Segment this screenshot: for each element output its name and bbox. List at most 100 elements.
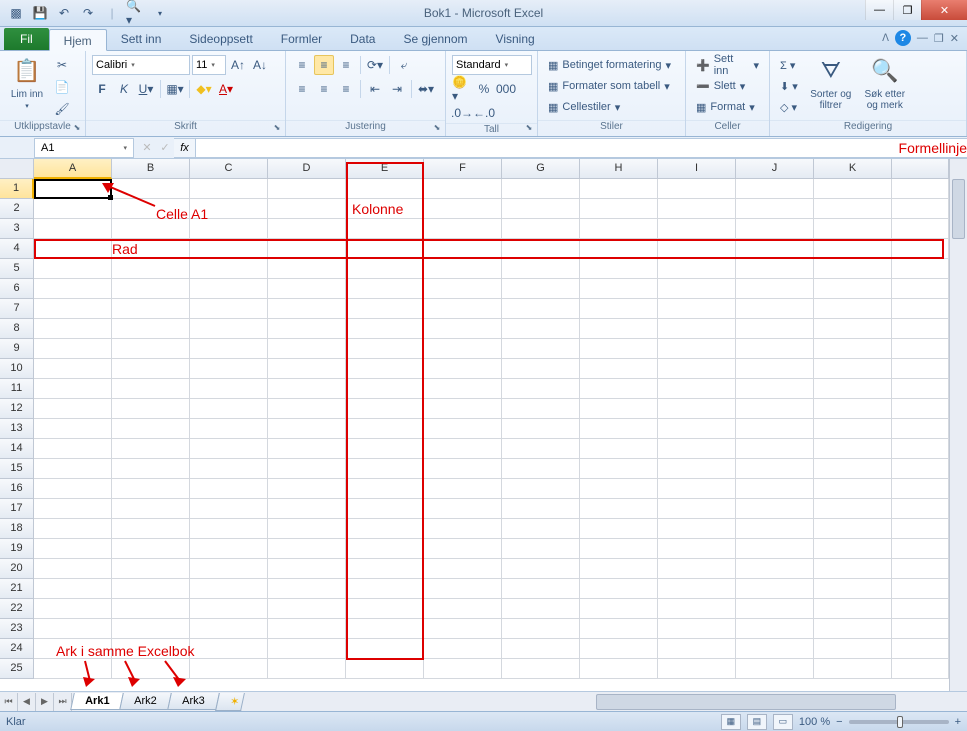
horizontal-scrollbar[interactable] [580,694,949,710]
sheet-last-icon[interactable]: ⏭ [54,693,72,711]
number-launcher-icon[interactable]: ⬊ [523,123,535,135]
border-icon[interactable]: ▦▾ [165,79,185,99]
inc-decimal-icon[interactable]: .0→ [452,103,472,123]
align-left-icon[interactable]: ≡ [292,79,312,99]
vertical-scrollbar[interactable] [949,159,967,691]
col-header-H[interactable]: H [580,159,658,179]
clear-icon[interactable]: ◇ ▾ [776,97,802,117]
clipboard-launcher-icon[interactable]: ⬊ [71,123,83,135]
fill-color-icon[interactable]: ◆▾ [194,79,214,99]
col-header-E[interactable]: E [346,159,424,179]
row-header-3[interactable]: 3 [0,219,34,239]
fx-icon[interactable]: fx [174,138,196,158]
row-header-24[interactable]: 24 [0,639,34,659]
cond-format-button[interactable]: ▦ Betinget formatering ▾ [544,55,675,75]
delete-cells-button[interactable]: ➖ Slett ▾ [692,76,763,96]
new-sheet-icon[interactable]: ✶ [215,693,245,711]
row-header-10[interactable]: 10 [0,359,34,379]
tab-formler[interactable]: Formler [267,28,336,50]
file-tab[interactable]: Fil [4,28,49,50]
font-name-combo[interactable]: Calibri▾ [92,55,190,75]
tab-segjennom[interactable]: Se gjennom [389,28,481,50]
merge-icon[interactable]: ⬌▾ [416,79,436,99]
percent-icon[interactable]: % [474,79,494,99]
row-header-9[interactable]: 9 [0,339,34,359]
row-header-25[interactable]: 25 [0,659,34,679]
align-right-icon[interactable]: ≡ [336,79,356,99]
qat-more-icon[interactable]: ▾ [150,3,170,23]
redo-icon[interactable]: ↷ [78,3,98,23]
underline-icon[interactable]: U▾ [136,79,156,99]
row-header-22[interactable]: 22 [0,599,34,619]
formula-input[interactable] [196,138,967,158]
indent-dec-icon[interactable]: ⇤ [365,79,385,99]
vscroll-thumb[interactable] [952,179,965,239]
font-color-icon[interactable]: A▾ [216,79,236,99]
maximize-button[interactable]: ❐ [893,0,921,20]
align-launcher-icon[interactable]: ⬊ [431,123,443,135]
number-format-combo[interactable]: Standard▾ [452,55,532,75]
cell-styles-button[interactable]: ▦ Cellestiler ▾ [544,97,675,117]
align-top-icon[interactable]: ≡ [292,55,312,75]
tab-settinn[interactable]: Sett inn [107,28,176,50]
row-header-5[interactable]: 5 [0,259,34,279]
autosum-icon[interactable]: Σ ▾ [776,55,802,75]
col-header-F[interactable]: F [424,159,502,179]
tab-visning[interactable]: Visning [482,28,549,50]
format-painter-icon[interactable]: 🖌 [52,99,72,119]
row-header-12[interactable]: 12 [0,399,34,419]
select-all-button[interactable] [0,159,34,179]
sheet-next-icon[interactable]: ▶ [36,693,54,711]
row-header-18[interactable]: 18 [0,519,34,539]
name-box[interactable]: A1▾ [34,138,134,158]
col-header-C[interactable]: C [190,159,268,179]
row-header-11[interactable]: 11 [0,379,34,399]
indent-inc-icon[interactable]: ⇥ [387,79,407,99]
wb-max-icon[interactable]: ❐ [934,32,944,45]
row-header-19[interactable]: 19 [0,539,34,559]
dec-decimal-icon[interactable]: ←.0 [474,103,494,123]
wb-close-icon[interactable]: ✕ [950,32,959,45]
row-header-21[interactable]: 21 [0,579,34,599]
excel-icon[interactable]: ▩ [6,3,26,23]
sheet-first-icon[interactable]: ⏮ [0,693,18,711]
col-header-B[interactable]: B [112,159,190,179]
row-header-7[interactable]: 7 [0,299,34,319]
orientation-icon[interactable]: ⟳▾ [365,55,385,75]
comma-icon[interactable]: 000 [496,79,516,99]
grow-font-icon[interactable]: A↑ [228,55,248,75]
col-header-J[interactable]: J [736,159,814,179]
hscroll-thumb[interactable] [596,694,896,710]
tab-data[interactable]: Data [336,28,389,50]
fill-icon[interactable]: ⬇ ▾ [776,76,802,96]
align-middle-icon[interactable]: ≡ [314,55,334,75]
row-header-15[interactable]: 15 [0,459,34,479]
help-icon[interactable]: ? [895,30,911,46]
row-header-13[interactable]: 13 [0,419,34,439]
copy-icon[interactable]: 📄 [52,77,72,97]
wrap-text-icon[interactable]: ⤶ [394,55,414,75]
save-icon[interactable]: 💾 [30,3,50,23]
col-header-I[interactable]: I [658,159,736,179]
italic-icon[interactable]: K [114,79,134,99]
sheet-tab-ark3[interactable]: Ark3 [167,693,219,710]
tab-hjem[interactable]: Hjem [49,29,107,51]
sort-filter-button[interactable]: ᗊ Sorter og filtrer [806,55,856,111]
format-cells-button[interactable]: ▦ Format ▾ [692,97,763,117]
align-bottom-icon[interactable]: ≡ [336,55,356,75]
wb-min-icon[interactable]: — [917,32,928,44]
sheet-tab-ark1[interactable]: Ark1 [70,693,124,710]
col-header-G[interactable]: G [502,159,580,179]
minimize-button[interactable]: — [865,0,893,20]
row-header-17[interactable]: 17 [0,499,34,519]
row-header-4[interactable]: 4 [0,239,34,259]
shrink-font-icon[interactable]: A↓ [250,55,270,75]
row-header-8[interactable]: 8 [0,319,34,339]
sheet-tab-ark2[interactable]: Ark2 [120,693,172,710]
cut-icon[interactable]: ✂ [52,55,72,75]
row-header-23[interactable]: 23 [0,619,34,639]
align-center-icon[interactable]: ≡ [314,79,334,99]
minimize-ribbon-icon[interactable]: ᐱ [882,33,889,44]
insert-cells-button[interactable]: ➕ Sett inn ▾ [692,55,763,75]
row-header-14[interactable]: 14 [0,439,34,459]
